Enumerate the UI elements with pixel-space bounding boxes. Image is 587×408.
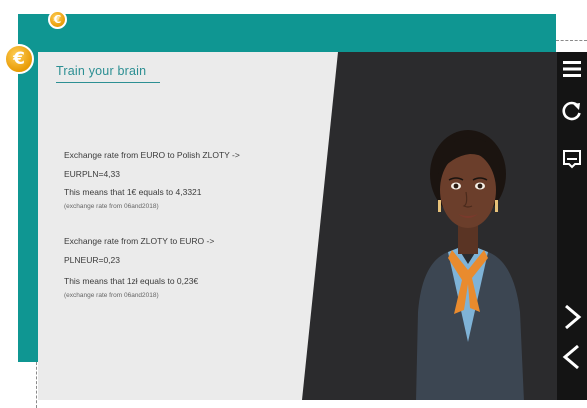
block-1-meaning: This means that 1€ equals to 4,3321 xyxy=(64,187,202,197)
tutor-avatar-illustration xyxy=(416,130,524,400)
lesson-text-panel: Train your brain Exchange rate from EURO… xyxy=(38,52,338,400)
dashed-guide-vertical xyxy=(36,362,37,408)
block-2-formula: PLNEUR=0,23 xyxy=(64,255,120,265)
block-1-source: (exchange rate from 06and2018) xyxy=(64,203,159,210)
euro-coin-icon-large: € xyxy=(4,44,34,74)
euro-coin-icon-small: € xyxy=(48,10,67,29)
block-1-heading: Exchange rate from EURO to Polish ZLOTY … xyxy=(64,150,240,160)
block-2-meaning: This means that 1zł equals to 0,23€ xyxy=(64,276,199,286)
menu-icon[interactable] xyxy=(561,58,583,80)
previous-icon[interactable] xyxy=(561,344,583,370)
title-underline xyxy=(56,82,160,83)
block-2-heading: Exchange rate from ZLOTY to EURO -> xyxy=(64,236,215,246)
side-toolbar xyxy=(557,52,587,400)
lesson-title: Train your brain xyxy=(56,64,147,78)
subtitles-icon[interactable] xyxy=(561,148,583,170)
next-icon[interactable] xyxy=(561,304,583,330)
block-2-source: (exchange rate from 06and2018) xyxy=(64,292,159,299)
tutor-avatar xyxy=(408,112,528,400)
refresh-icon[interactable] xyxy=(561,100,583,122)
dashed-guide-horizontal xyxy=(556,40,587,41)
lesson-window: Train your brain Exchange rate from EURO… xyxy=(38,52,587,400)
block-1-formula: EURPLN=4,33 xyxy=(64,169,120,179)
